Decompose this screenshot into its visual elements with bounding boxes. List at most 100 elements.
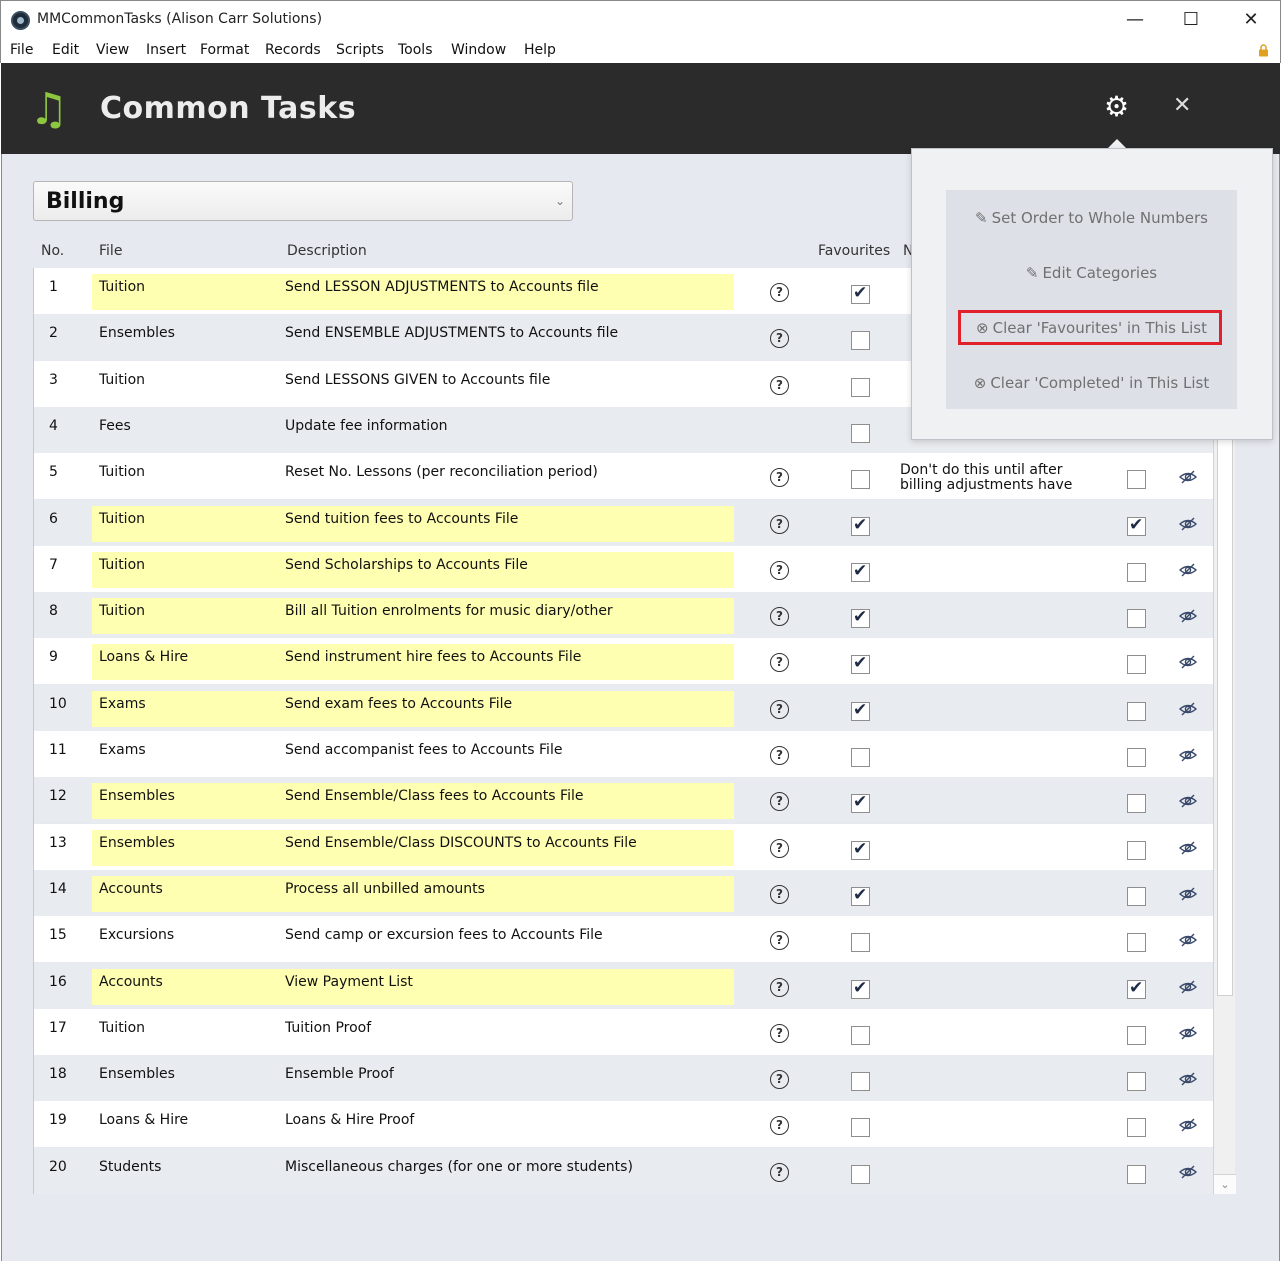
eye-slash-icon[interactable]	[1178, 1164, 1198, 1180]
help-icon[interactable]: ?	[770, 1162, 789, 1182]
table-row[interactable]: 7 Tuition Send Scholarships to Accounts Fi…	[34, 545, 1214, 592]
favourite-checkbox[interactable]	[851, 470, 870, 490]
menu-window[interactable]: Window	[451, 42, 506, 58]
help-icon[interactable]: ?	[770, 375, 789, 395]
eye-slash-icon[interactable]	[1178, 840, 1198, 856]
favourite-checkbox[interactable]	[851, 700, 870, 721]
help-icon[interactable]: ?	[770, 699, 789, 719]
eye-slash-icon[interactable]	[1178, 701, 1198, 717]
completed-checkbox[interactable]	[1127, 840, 1146, 860]
menu-format[interactable]: Format	[200, 42, 249, 58]
completed-checkbox[interactable]	[1127, 886, 1146, 906]
menu-tools[interactable]: Tools	[398, 42, 433, 58]
table-row[interactable]: 18 Ensembles Ensemble Proof?	[34, 1055, 1214, 1102]
table-row[interactable]: 14 Accounts Process all unbilled amounts?	[34, 869, 1214, 916]
row-description[interactable]: Reset No. Lessons (per reconciliation pe…	[285, 464, 598, 480]
favourite-checkbox[interactable]	[851, 1118, 870, 1138]
row-description[interactable]: Send ENSEMBLE ADJUSTMENTS to Accounts fi…	[285, 325, 618, 341]
favourite-checkbox[interactable]	[851, 1072, 870, 1092]
table-row[interactable]: 20 Students Miscellaneous charges (for one…	[34, 1147, 1214, 1194]
table-row[interactable]: 17 Tuition Tuition Proof?	[34, 1008, 1214, 1055]
favourite-checkbox[interactable]	[851, 283, 870, 304]
edit-categories-button[interactable]: ✎ Edit Categories	[946, 264, 1237, 282]
row-description[interactable]: Loans & Hire Proof	[285, 1112, 414, 1128]
menu-scripts[interactable]: Scripts	[336, 42, 384, 58]
help-icon[interactable]: ?	[770, 283, 789, 302]
help-icon[interactable]: ?	[770, 560, 789, 580]
table-row[interactable]: 9 Loans & Hire Send instrument hire fees t…	[34, 638, 1214, 685]
eye-slash-icon[interactable]	[1178, 1071, 1198, 1087]
favourite-checkbox[interactable]	[851, 978, 870, 999]
set-order-button[interactable]: ✎ Set Order to Whole Numbers	[946, 209, 1237, 227]
menu-records[interactable]: Records	[265, 42, 321, 58]
completed-checkbox[interactable]	[1127, 1025, 1146, 1045]
completed-checkbox[interactable]	[1127, 609, 1146, 629]
completed-checkbox[interactable]	[1127, 701, 1146, 721]
completed-checkbox[interactable]	[1127, 1118, 1146, 1138]
eye-slash-icon[interactable]	[1178, 654, 1198, 670]
menu-edit[interactable]: Edit	[52, 42, 79, 58]
eye-slash-icon[interactable]	[1178, 979, 1198, 995]
row-description[interactable]: Bill all Tuition enrolments for music di…	[285, 603, 613, 619]
table-row[interactable]: 10 Exams Send exam fees to Accounts File?	[34, 684, 1214, 731]
row-description[interactable]: Send LESSON ADJUSTMENTS to Accounts file	[285, 279, 599, 295]
favourite-checkbox[interactable]	[851, 885, 870, 906]
eye-slash-icon[interactable]	[1178, 1025, 1198, 1041]
help-icon[interactable]: ?	[770, 838, 789, 858]
favourite-checkbox[interactable]	[851, 561, 870, 582]
category-select[interactable]: Billing ⌄	[33, 181, 573, 221]
favourite-checkbox[interactable]	[851, 792, 870, 814]
menu-help[interactable]: Help	[524, 42, 556, 58]
completed-checkbox[interactable]	[1127, 515, 1146, 536]
menu-view[interactable]: View	[96, 42, 129, 58]
table-row[interactable]: 8 Tuition Bill all Tuition enrolments for …	[34, 592, 1214, 639]
eye-slash-icon[interactable]	[1178, 516, 1198, 532]
eye-slash-icon[interactable]	[1178, 793, 1198, 809]
completed-checkbox[interactable]	[1127, 655, 1146, 675]
row-description[interactable]: Send Ensemble/Class fees to Accounts Fil…	[285, 788, 583, 804]
table-row[interactable]: 6 Tuition Send tuition fees to Accounts Fi…	[34, 499, 1214, 546]
clear-completed-button[interactable]: ⊗ Clear 'Completed' in This List	[946, 374, 1237, 392]
help-icon[interactable]: ?	[770, 977, 789, 997]
completed-checkbox[interactable]	[1127, 1164, 1146, 1184]
gear-icon[interactable]: ⚙	[1104, 93, 1129, 121]
favourite-checkbox[interactable]	[851, 1164, 870, 1184]
scroll-down-arrow-icon[interactable]: ⌄	[1214, 1174, 1236, 1194]
row-description[interactable]: Tuition Proof	[285, 1020, 371, 1036]
minimize-button[interactable]: —	[1115, 7, 1155, 33]
help-icon[interactable]: ?	[770, 468, 789, 488]
favourite-checkbox[interactable]	[851, 839, 870, 860]
table-row[interactable]: 12 Ensembles Send Ensemble/Class fees to A…	[34, 777, 1214, 824]
help-icon[interactable]: ?	[770, 792, 789, 812]
menu-file[interactable]: File	[10, 42, 33, 58]
row-description[interactable]: Send LESSONS GIVEN to Accounts file	[285, 372, 550, 388]
eye-slash-icon[interactable]	[1178, 608, 1198, 624]
close-window-button[interactable]: ✕	[1231, 7, 1271, 33]
row-description[interactable]: Send Ensemble/Class DISCOUNTS to Account…	[285, 835, 637, 851]
maximize-button[interactable]: ☐	[1171, 7, 1211, 33]
table-row[interactable]: 5 Tuition Reset No. Lessons (per reconcili…	[34, 453, 1214, 500]
row-description[interactable]: Send exam fees to Accounts File	[285, 696, 512, 712]
row-description[interactable]: Ensemble Proof	[285, 1066, 394, 1082]
favourite-checkbox[interactable]	[851, 607, 870, 629]
completed-checkbox[interactable]	[1127, 933, 1146, 953]
close-icon[interactable]: ✕	[1173, 95, 1191, 117]
help-icon[interactable]: ?	[770, 514, 789, 534]
row-description[interactable]: Send instrument hire fees to Accounts Fi…	[285, 649, 581, 665]
eye-slash-icon[interactable]	[1178, 1117, 1198, 1133]
help-icon[interactable]: ?	[770, 1023, 789, 1043]
eye-slash-icon[interactable]	[1178, 562, 1198, 578]
favourite-checkbox[interactable]	[851, 331, 870, 351]
row-description[interactable]: View Payment List	[285, 974, 413, 990]
favourite-checkbox[interactable]	[851, 423, 870, 443]
row-description[interactable]: Miscellaneous charges (for one or more s…	[285, 1159, 633, 1175]
row-description[interactable]: Send accompanist fees to Accounts File	[285, 742, 562, 758]
completed-checkbox[interactable]	[1127, 1072, 1146, 1092]
favourite-checkbox[interactable]	[851, 515, 870, 536]
completed-checkbox[interactable]	[1127, 470, 1146, 490]
help-icon[interactable]: ?	[770, 746, 789, 765]
table-row[interactable]: 11 Exams Send accompanist fees to Accounts…	[34, 731, 1214, 777]
help-icon[interactable]: ?	[770, 607, 789, 627]
menu-insert[interactable]: Insert	[146, 42, 186, 58]
help-icon[interactable]: ?	[770, 1070, 789, 1090]
